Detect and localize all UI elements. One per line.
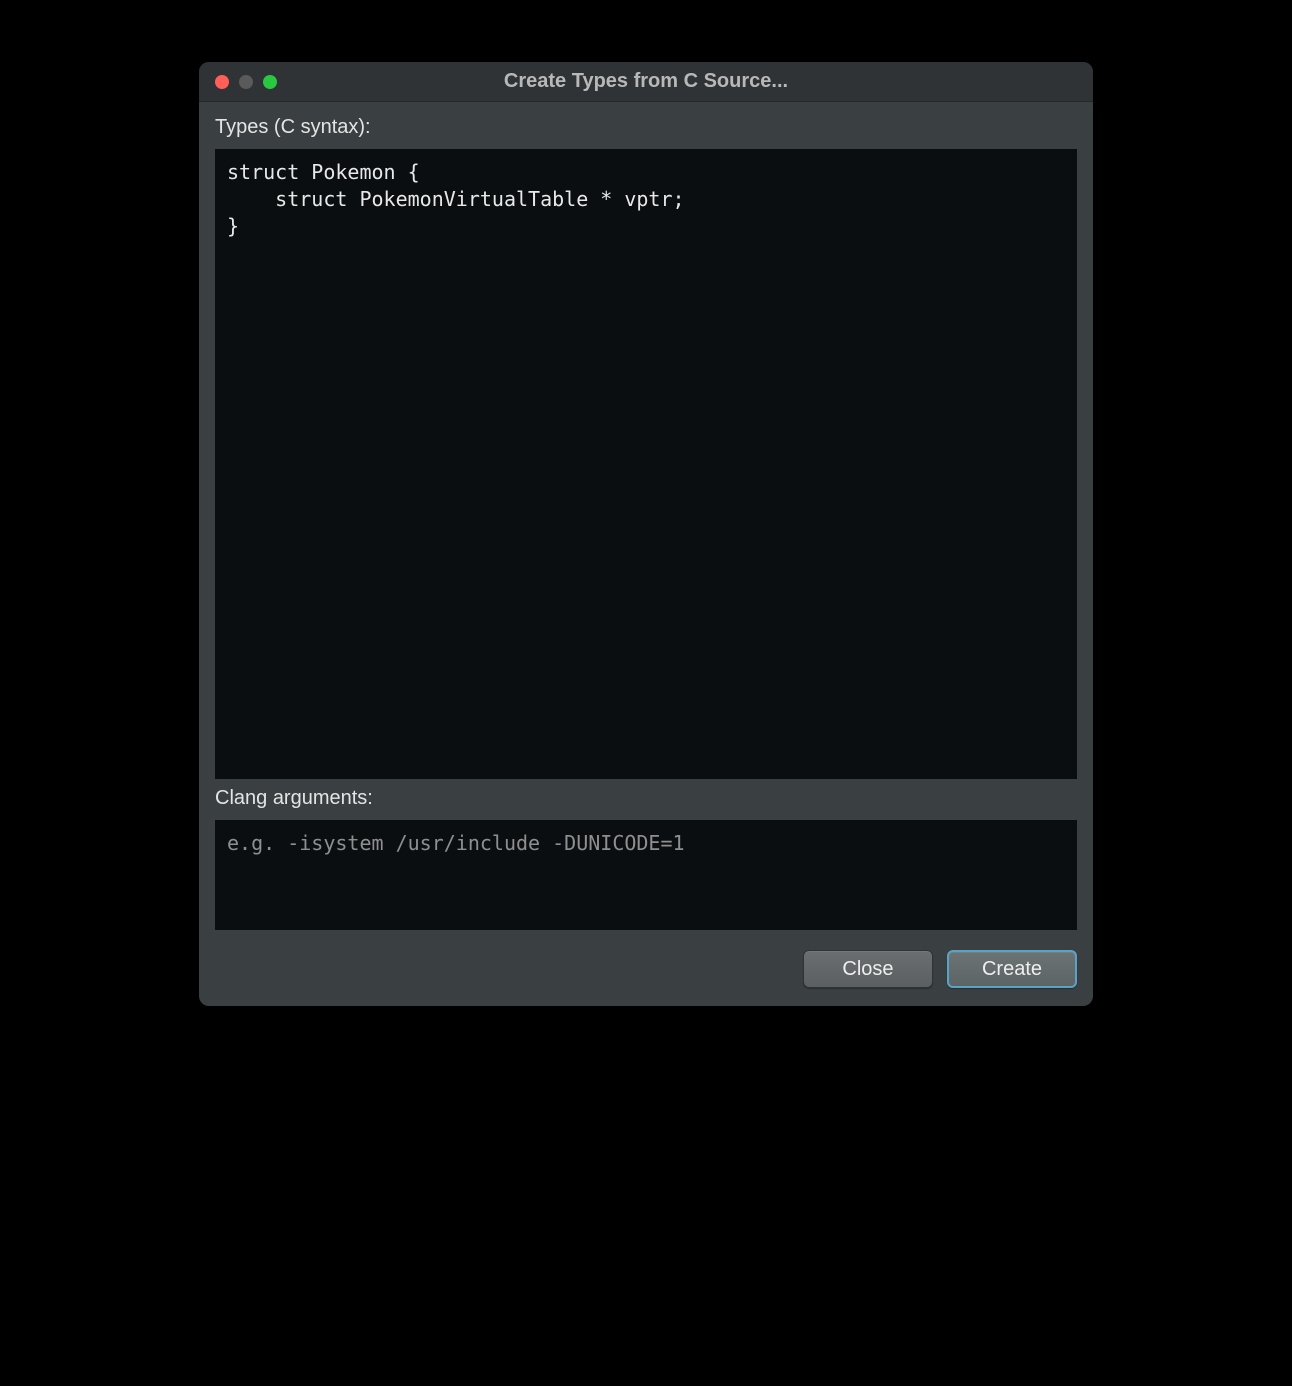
button-row: Close Create (215, 950, 1077, 988)
minimize-window-icon[interactable] (239, 75, 253, 89)
dialog-title: Create Types from C Source... (199, 70, 1093, 93)
close-button[interactable]: Close (803, 950, 933, 988)
traffic-lights (199, 75, 277, 89)
types-label: Types (C syntax): (215, 116, 1077, 139)
clang-args-input[interactable] (215, 820, 1077, 930)
close-window-icon[interactable] (215, 75, 229, 89)
zoom-window-icon[interactable] (263, 75, 277, 89)
dialog-window: Create Types from C Source... Types (C s… (199, 62, 1093, 1006)
titlebar: Create Types from C Source... (199, 62, 1093, 102)
types-input[interactable] (215, 149, 1077, 779)
clang-args-label: Clang arguments: (215, 787, 1077, 810)
dialog-content: Types (C syntax): Clang arguments: Close… (199, 102, 1093, 1006)
create-button[interactable]: Create (947, 950, 1077, 988)
